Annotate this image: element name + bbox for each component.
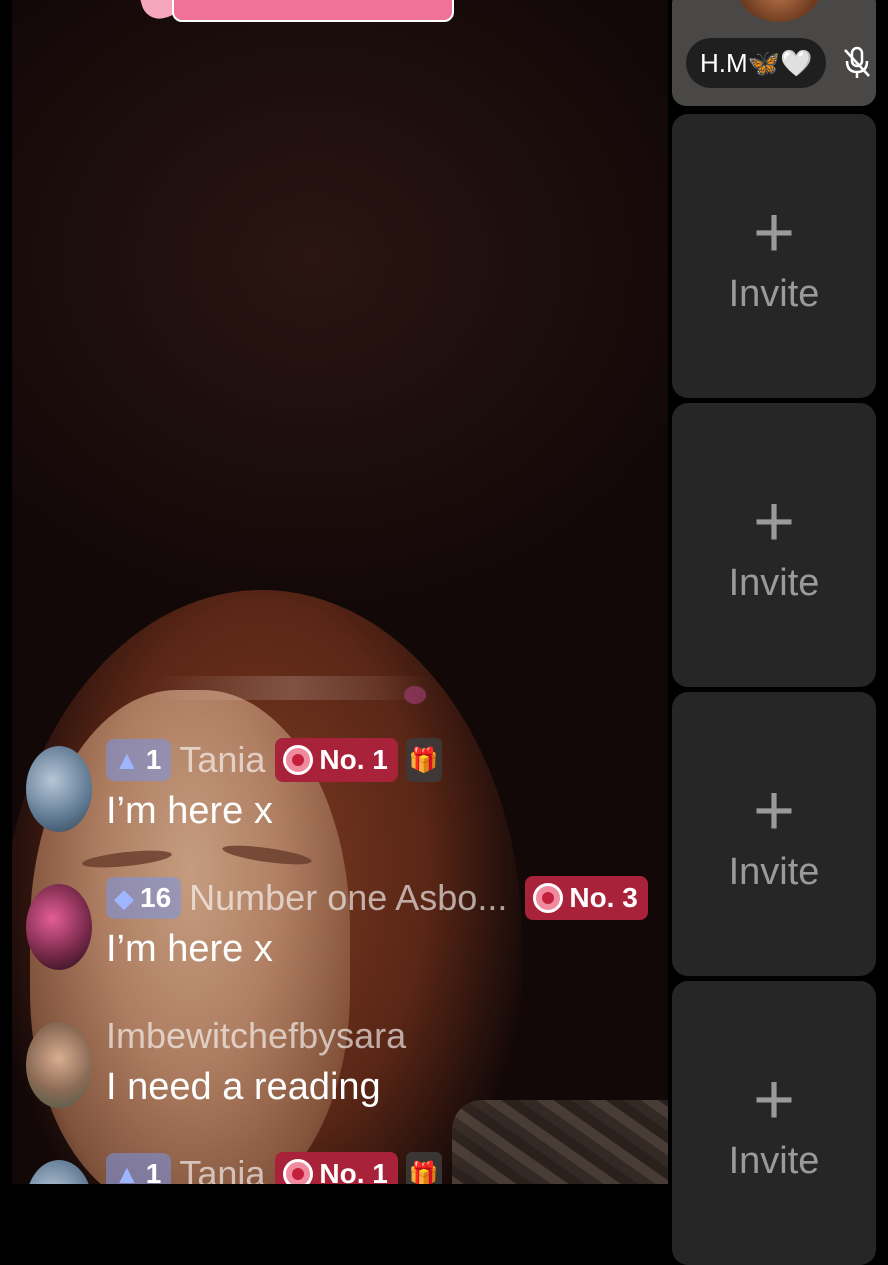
- username[interactable]: Imbewitchefbysara: [106, 1015, 406, 1057]
- navigation-arrow-icon: ▲: [114, 1159, 140, 1184]
- chat-message-header: ▲ 1 Tania No. 1 🎁: [106, 738, 442, 782]
- plus-icon: +: [752, 192, 796, 273]
- plus-icon: +: [752, 770, 796, 851]
- username[interactable]: Tania: [179, 1153, 265, 1184]
- guest-panel: H.M🦋🤍 + Invite + Invite + Invite + Invit…: [668, 0, 888, 1265]
- level-badge[interactable]: ▲ 1: [106, 1153, 172, 1184]
- invite-label: Invite: [728, 561, 820, 604]
- avatar[interactable]: [26, 884, 92, 970]
- level-badge[interactable]: ◆ 16: [106, 877, 182, 919]
- avatar: [738, 0, 820, 22]
- live-video-stage: ▲ 1 Tania No. 1 🎁 I’m here x ◆ 16 Number…: [12, 0, 668, 1184]
- level-badge[interactable]: ▲ 1: [106, 739, 172, 781]
- host-name: H.M🦋🤍: [686, 38, 827, 88]
- plus-icon: +: [752, 1059, 796, 1140]
- mic-off-icon[interactable]: [842, 46, 872, 80]
- rank-badge[interactable]: No. 3: [525, 876, 648, 920]
- invite-slot[interactable]: + Invite: [672, 692, 876, 976]
- chat-feed: ▲ 1 Tania No. 1 🎁 I’m here x ◆ 16 Number…: [12, 0, 668, 1184]
- avatar[interactable]: [26, 746, 92, 832]
- level-number: 16: [140, 882, 172, 913]
- username[interactable]: Number one Asbo...: [189, 877, 507, 919]
- chat-message-header: Imbewitchefbysara: [106, 1014, 416, 1058]
- gift-icon[interactable]: 🎁: [405, 738, 442, 782]
- username[interactable]: Tania: [179, 739, 265, 781]
- avatar[interactable]: [26, 1022, 92, 1108]
- medal-icon: [533, 883, 564, 913]
- invite-label: Invite: [728, 1139, 820, 1182]
- invite-slot[interactable]: + Invite: [672, 981, 876, 1265]
- host-guest-card[interactable]: H.M🦋🤍: [672, 0, 876, 106]
- navigation-arrow-icon: ▲: [114, 745, 140, 775]
- chat-message-text: I’m here x: [106, 790, 273, 832]
- avatar[interactable]: [26, 1160, 92, 1184]
- chat-message-header: ◆ 16 Number one Asbo... No. 3: [106, 876, 656, 920]
- chat-message-header: ▲ 1 Tania No. 1 🎁: [106, 1152, 442, 1184]
- chat-message-text: I need a reading: [106, 1066, 381, 1108]
- invite-label: Invite: [728, 850, 820, 893]
- rank-badge[interactable]: No. 1: [275, 1152, 398, 1184]
- gift-icon[interactable]: 🎁: [405, 1152, 442, 1184]
- level-number: 1: [145, 1158, 162, 1184]
- chat-message-text: I’m here x: [106, 928, 273, 970]
- plus-icon: +: [752, 481, 796, 562]
- medal-icon: [283, 1159, 314, 1184]
- rank-label: No. 1: [319, 1158, 388, 1184]
- rank-badge[interactable]: No. 1: [275, 738, 398, 782]
- diamond-icon: ◆: [114, 883, 134, 913]
- rank-label: No. 1: [319, 744, 388, 775]
- invite-slot[interactable]: + Invite: [672, 403, 876, 687]
- invite-label: Invite: [728, 272, 820, 315]
- level-number: 1: [145, 744, 162, 775]
- medal-icon: [283, 745, 314, 775]
- invite-slot[interactable]: + Invite: [672, 114, 876, 398]
- rank-label: No. 3: [569, 882, 638, 913]
